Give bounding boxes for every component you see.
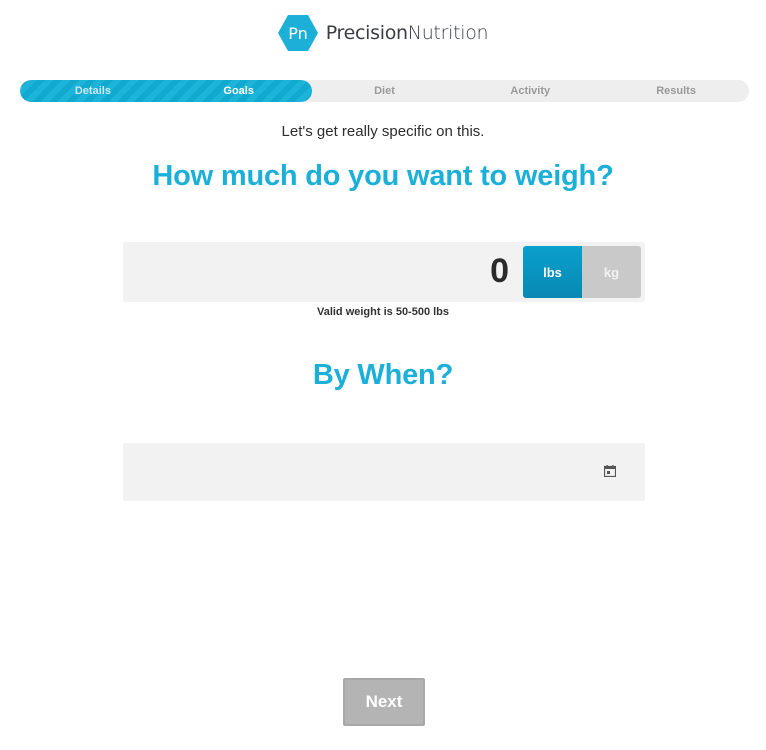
- unit-lbs-button[interactable]: lbs: [523, 246, 582, 298]
- weight-value[interactable]: 0: [490, 251, 509, 291]
- step-goals: Goals: [223, 85, 254, 97]
- step-activity: Activity: [510, 85, 551, 97]
- weight-field[interactable]: 0 lbs kg: [123, 242, 645, 302]
- brand-name-part2: Nutrition: [407, 22, 489, 44]
- progress-bar: Details Goals Diet Activity Results: [20, 80, 749, 102]
- header: Pn Precision Nutrition: [0, 14, 766, 52]
- unit-kg-button[interactable]: kg: [582, 246, 641, 298]
- brand-name: Precision Nutrition: [326, 22, 489, 44]
- logo-text: Pn: [288, 24, 308, 43]
- next-button[interactable]: Next: [343, 678, 425, 726]
- step-details: Details: [74, 85, 111, 97]
- step-diet: Diet: [374, 85, 395, 97]
- step-results: Results: [656, 85, 696, 97]
- logo-icon: Pn: [277, 15, 318, 51]
- intro-text: Let's get really specific on this.: [281, 123, 485, 140]
- date-question-heading: By When?: [312, 359, 454, 391]
- brand-name-part1: Precision: [325, 22, 408, 44]
- date-field[interactable]: [123, 443, 645, 501]
- progress-steps: Details Goals Diet Activity Results: [20, 80, 749, 102]
- weight-hint: Valid weight is 50-500 lbs: [316, 306, 450, 318]
- unit-toggle: lbs kg: [523, 246, 641, 298]
- weight-question-heading: How much do you want to weigh?: [152, 160, 614, 192]
- calendar-icon[interactable]: [604, 465, 616, 477]
